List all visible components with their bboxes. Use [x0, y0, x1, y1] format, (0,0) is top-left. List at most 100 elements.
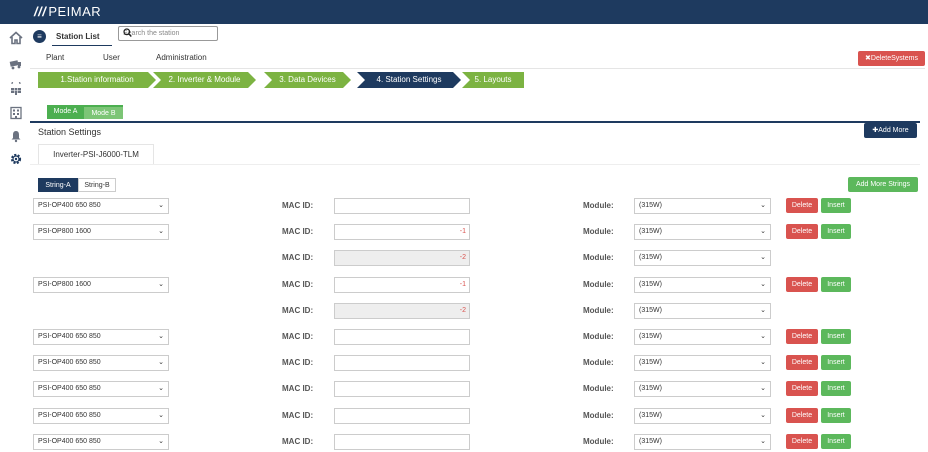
insert-row-button[interactable]: Insert: [821, 355, 851, 370]
chevron-down-icon: ⌄: [760, 412, 766, 419]
inverter-tab[interactable]: Inverter-PSI-J6000-TLM: [38, 144, 154, 164]
step-data-devices[interactable]: 3. Data Devices: [264, 72, 351, 88]
insert-row-button[interactable]: Insert: [821, 224, 851, 239]
string-type-select[interactable]: PSI-OP400 650 850 ⌄: [33, 329, 169, 345]
mac-id-input[interactable]: [334, 381, 470, 397]
mac-id-input[interactable]: [334, 329, 470, 345]
chevron-down-icon: ⌄: [760, 281, 766, 288]
nav-tab-plant[interactable]: Plant: [46, 53, 64, 62]
insert-row-button[interactable]: Insert: [821, 408, 851, 423]
delete-row-button[interactable]: Delete: [786, 224, 818, 239]
string-row: PSI-OP400 650 850 ⌄ MAC ID: Module: (315W) ⌄ D…: [30, 381, 928, 399]
module-label: Module:: [583, 280, 614, 289]
mac-id-input[interactable]: -1: [334, 224, 470, 240]
step-inverter-module[interactable]: 2. Inverter & Module: [153, 72, 256, 88]
station-list-tab[interactable]: Station List: [56, 32, 100, 41]
module-value: (315W): [639, 281, 662, 288]
mac-id-label: MAC ID:: [282, 332, 314, 341]
main-content: ≡ Station List Search the station Plant …: [30, 24, 928, 450]
string-type-value: PSI-OP400 650 850: [38, 333, 101, 340]
step-label: 3. Data Devices: [279, 75, 336, 84]
module-select[interactable]: (315W) ⌄: [634, 329, 771, 345]
solar-panel-icon[interactable]: [9, 79, 23, 96]
station-search-input[interactable]: Search the station: [118, 26, 218, 41]
chevron-down-icon: ⌄: [158, 385, 164, 392]
string-a-tab[interactable]: String-A: [38, 178, 78, 192]
mac-id-input[interactable]: -1: [334, 277, 470, 293]
mac-id-input[interactable]: [334, 355, 470, 371]
string-type-select[interactable]: PSI-OP400 650 850 ⌄: [33, 381, 169, 397]
menu-toggle-icon[interactable]: ≡: [33, 30, 46, 43]
insert-row-button[interactable]: Insert: [821, 329, 851, 344]
delete-row-button[interactable]: Delete: [786, 277, 818, 292]
nav-tab-administration[interactable]: Administration: [156, 53, 207, 62]
string-b-tab[interactable]: String-B: [78, 178, 116, 192]
string-type-value: PSI-OP400 650 850: [38, 412, 101, 419]
module-value: (315W): [639, 333, 662, 340]
string-type-select[interactable]: PSI-OP400 650 850 ⌄: [33, 408, 169, 424]
add-more-strings-button[interactable]: Add More Strings: [848, 177, 918, 192]
string-type-select[interactable]: PSI-OP400 650 850 ⌄: [33, 198, 169, 214]
module-select[interactable]: (315W) ⌄: [634, 198, 771, 214]
step-layouts[interactable]: 5. Layouts: [462, 72, 524, 88]
station-settings-divider: [30, 121, 920, 123]
building-icon[interactable]: [9, 106, 23, 120]
step-label: 4. Station Settings: [376, 75, 442, 84]
delete-row-button[interactable]: Delete: [786, 408, 818, 423]
mac-id-input[interactable]: [334, 198, 470, 214]
module-label: Module:: [583, 411, 614, 420]
mode-b-button[interactable]: Mode B: [84, 105, 123, 119]
string-type-select[interactable]: PSI-OP400 650 850 ⌄: [33, 434, 169, 450]
insert-row-button[interactable]: Insert: [821, 434, 851, 449]
module-value: (315W): [639, 359, 662, 366]
gear-icon[interactable]: [9, 152, 23, 166]
module-select[interactable]: (315W) ⌄: [634, 303, 771, 319]
step-station-settings[interactable]: 4. Station Settings: [357, 72, 461, 88]
string-row: MAC ID: -2 Module: (315W) ⌄: [30, 250, 928, 268]
delete-row-button[interactable]: Delete: [786, 381, 818, 396]
chevron-down-icon: ⌄: [158, 202, 164, 209]
mac-id-input: -2: [334, 303, 470, 319]
insert-row-button[interactable]: Insert: [821, 277, 851, 292]
module-select[interactable]: (315W) ⌄: [634, 434, 771, 450]
chevron-down-icon: ⌄: [760, 359, 766, 366]
mac-id-input[interactable]: [334, 408, 470, 424]
mac-id-input[interactable]: [334, 434, 470, 450]
string-type-value: PSI-OP400 650 850: [38, 359, 101, 366]
delete-row-button[interactable]: Delete: [786, 329, 818, 344]
bell-icon[interactable]: [9, 129, 23, 143]
string-type-select[interactable]: PSI-OP800 1600 ⌄: [33, 224, 169, 240]
module-select[interactable]: (315W) ⌄: [634, 355, 771, 371]
search-icon[interactable]: [123, 28, 214, 40]
add-more-button[interactable]: ✚Add More: [864, 123, 917, 138]
module-select[interactable]: (315W) ⌄: [634, 224, 771, 240]
insert-row-button[interactable]: Insert: [821, 381, 851, 396]
mode-a-button[interactable]: Mode A: [47, 105, 84, 119]
step-station-information[interactable]: 1.Station information: [38, 72, 156, 88]
module-select[interactable]: (315W) ⌄: [634, 250, 771, 266]
string-type-value: PSI-OP800 1600: [38, 228, 91, 235]
chevron-down-icon: ⌄: [760, 228, 766, 235]
string-type-select[interactable]: PSI-OP400 650 850 ⌄: [33, 355, 169, 371]
home-icon[interactable]: [9, 31, 23, 45]
module-select[interactable]: (315W) ⌄: [634, 381, 771, 397]
nav-tab-user[interactable]: User: [103, 53, 120, 62]
module-select[interactable]: (315W) ⌄: [634, 277, 771, 293]
delete-row-button[interactable]: Delete: [786, 434, 818, 449]
module-select[interactable]: (315W) ⌄: [634, 408, 771, 424]
insert-row-button[interactable]: Insert: [821, 198, 851, 213]
mac-id-label: MAC ID:: [282, 227, 314, 236]
chevron-down-icon: ⌄: [158, 228, 164, 235]
delete-row-button[interactable]: Delete: [786, 198, 818, 213]
string-type-value: PSI-OP800 1600: [38, 281, 91, 288]
logo-slashes: ///: [34, 4, 47, 19]
chevron-down-icon: ⌄: [760, 333, 766, 340]
module-label: Module:: [583, 384, 614, 393]
delete-row-button[interactable]: Delete: [786, 355, 818, 370]
delete-systems-button[interactable]: ✖DeleteSystems: [858, 51, 925, 66]
mac-id-label: MAC ID:: [282, 437, 314, 446]
string-type-select[interactable]: PSI-OP800 1600 ⌄: [33, 277, 169, 293]
step-label: 2. Inverter & Module: [168, 75, 241, 84]
peimar-logo[interactable]: ///PEIMAR: [34, 4, 101, 19]
truck-icon[interactable]: [9, 57, 23, 71]
